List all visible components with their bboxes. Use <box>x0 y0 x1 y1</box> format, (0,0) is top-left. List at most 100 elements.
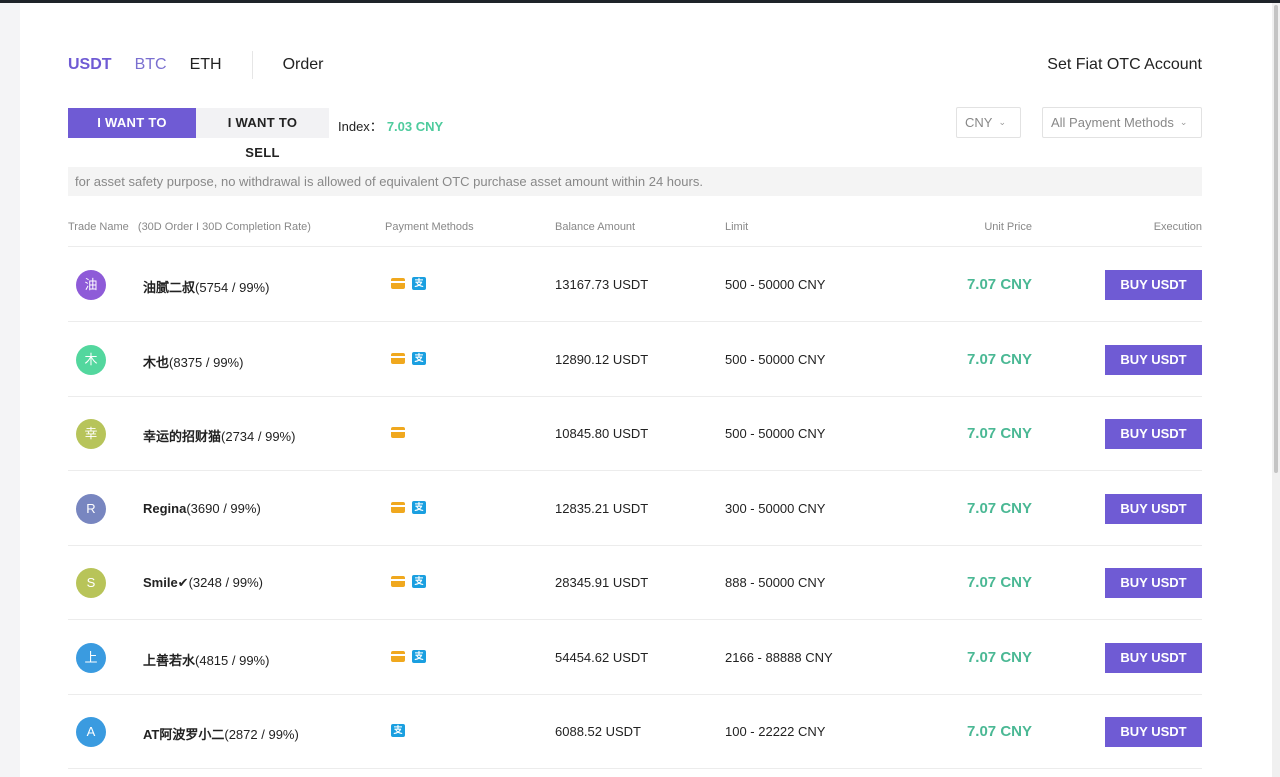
avatar: R <box>76 493 106 524</box>
chevron-down-icon: ⌄ <box>998 117 1006 127</box>
trader-nickname: 上善若水 <box>143 652 196 668</box>
want-to-buy-button[interactable]: I WANT TO BUY <box>68 108 196 160</box>
buy-usdt-button[interactable]: BUY USDT <box>1105 419 1202 449</box>
trader-stats: (8375 / 99%) <box>169 354 244 370</box>
alipay-icon: 支 <box>412 500 426 514</box>
unit-price: 7.07 CNY <box>966 425 1032 442</box>
trade-limit: 500 - 50000 CNY <box>725 277 826 292</box>
trader-nickname: AT阿波罗小二 <box>143 727 225 742</box>
buy-usdt-button[interactable]: BUY USDT <box>1105 270 1202 300</box>
tab-divider <box>251 51 253 79</box>
trader-nickname: 木也 <box>143 354 170 370</box>
tab-usdt[interactable]: USDT <box>68 56 112 74</box>
bank-card-icon <box>391 650 405 662</box>
trader-name[interactable]: 幸运的招财猫(2734 / 99%) <box>143 426 295 445</box>
alipay-icon: 支 <box>391 724 405 737</box>
unit-price: 7.07 CNY <box>966 350 1032 368</box>
payment-icons: 支 <box>391 649 426 663</box>
trade-limit: 100 - 22222 CNY <box>725 724 826 739</box>
trader-name[interactable]: 油腻二叔(5754 / 99%) <box>143 277 269 296</box>
trader-name[interactable]: 上善若水(4815 / 99%) <box>143 650 269 669</box>
payment-select-value: All Payment Methods <box>1051 115 1174 130</box>
set-otc-account-link[interactable]: Set Fiat OTC Account <box>1047 56 1202 74</box>
unit-price: 7.07 CNY <box>966 723 1032 740</box>
col-payment-methods: Payment Methods <box>385 221 474 233</box>
trader-nickname: 幸运的招财猫 <box>143 429 222 444</box>
balance-amount: 6088.52 USDT <box>555 724 641 739</box>
trader-stats: (2872 / 99%) <box>224 727 299 742</box>
avatar: 木 <box>76 344 106 375</box>
balance-amount: 54454.62 USDT <box>555 649 649 665</box>
trade-limit: 2166 - 88888 CNY <box>725 649 833 665</box>
unit-price: 7.07 CNY <box>966 499 1032 517</box>
payment-icons: 支 <box>391 277 426 290</box>
trader-name[interactable]: Regina(3690 / 99%) <box>143 501 261 516</box>
payment-icons: 支 <box>391 351 426 365</box>
order-link[interactable]: Order <box>283 56 324 74</box>
trade-limit: 500 - 50000 CNY <box>725 426 826 441</box>
currency-select[interactable]: CNY ⌄ <box>956 107 1021 138</box>
avatar: 幸 <box>76 419 106 449</box>
trader-name[interactable]: 木也(8375 / 99%) <box>143 352 243 371</box>
avatar: 油 <box>76 270 106 300</box>
buy-sell-switch: I WANT TO BUY I WANT TO SELL <box>68 108 329 160</box>
index-price: Index： 7.03 CNY <box>338 116 443 135</box>
scrollbar[interactable] <box>1272 3 1280 777</box>
chevron-down-icon: ⌄ <box>1179 117 1188 127</box>
payment-icons <box>391 426 405 438</box>
balance-amount: 13167.73 USDT <box>555 277 649 292</box>
payment-method-select[interactable]: All Payment Methods ⌄ <box>1042 107 1202 138</box>
col-balance-amount: Balance Amount <box>555 221 636 233</box>
trader-nickname: Smile✔ <box>143 575 189 590</box>
avatar: A <box>76 717 106 747</box>
trader-stats: (2734 / 99%) <box>221 429 296 444</box>
table-row: S Smile✔(3248 / 99%) 支 28345.91 USDT 888 - 5… <box>68 546 1202 620</box>
payment-icons: 支 <box>391 575 426 588</box>
scrollbar-thumb[interactable] <box>1274 5 1278 473</box>
trade-limit: 500 - 50000 CNY <box>725 351 826 367</box>
trader-stats: (3248 / 99%) <box>188 575 264 590</box>
avatar: 上 <box>76 642 106 673</box>
want-to-sell-button[interactable]: I WANT TO SELL <box>196 108 329 160</box>
coin-tabs: USDT BTC ETH Order <box>68 51 324 79</box>
buy-usdt-button[interactable]: BUY USDT <box>1105 344 1202 375</box>
tab-btc[interactable]: BTC <box>135 56 167 74</box>
buy-usdt-button[interactable]: BUY USDT <box>1105 493 1202 524</box>
table-row: 木 木也(8375 / 99%) 支 12890.12 USDT 500 - 50000… <box>68 323 1202 397</box>
alipay-icon: 支 <box>412 649 426 663</box>
trade-limit: 300 - 50000 CNY <box>725 500 826 516</box>
table-row: R Regina(3690 / 99%) 支 12835.21 USDT 300 - 5… <box>68 472 1202 546</box>
unit-price: 7.07 CNY <box>966 648 1032 666</box>
table-header: Trade Name (30D Order I 30D Completion R… <box>68 215 1202 247</box>
buy-usdt-button[interactable]: BUY USDT <box>1105 568 1202 598</box>
asset-safety-notice: for asset safety purpose, no withdrawal … <box>68 167 1202 196</box>
trader-name[interactable]: Smile✔(3248 / 99%) <box>143 575 263 591</box>
bank-card-icon <box>391 427 405 438</box>
tab-eth[interactable]: ETH <box>190 56 222 74</box>
trader-stats: (3690 / 99%) <box>186 500 261 516</box>
payment-icons: 支 <box>391 500 426 514</box>
trader-stats: (5754 / 99%) <box>195 280 270 295</box>
buy-usdt-button[interactable]: BUY USDT <box>1105 717 1202 747</box>
col-execution: Execution <box>1153 221 1202 233</box>
col-unit-price: Unit Price <box>984 221 1032 233</box>
balance-amount: 10845.80 USDT <box>555 426 649 441</box>
bank-card-icon <box>391 278 405 289</box>
balance-amount: 12890.12 USDT <box>555 351 649 367</box>
buy-usdt-button[interactable]: BUY USDT <box>1105 642 1202 673</box>
alipay-icon: 支 <box>412 351 426 365</box>
avatar: S <box>76 568 106 598</box>
col-limit: Limit <box>725 221 749 233</box>
alipay-icon: 支 <box>412 575 426 588</box>
table-row: 幸 幸运的招财猫(2734 / 99%) 10845.80 USDT 500 - 50… <box>68 397 1202 471</box>
trader-name[interactable]: AT阿波罗小二(2872 / 99%) <box>143 724 299 743</box>
bank-card-icon <box>391 501 405 513</box>
payment-icons: 支 <box>391 724 405 737</box>
balance-amount: 28345.91 USDT <box>555 575 649 590</box>
trader-nickname: Regina <box>143 500 187 516</box>
trader-stats: (4815 / 99%) <box>195 652 270 668</box>
table-row: A AT阿波罗小二(2872 / 99%) 支 6088.52 USDT 100 - 2… <box>68 695 1202 769</box>
table-row: 油 油腻二叔(5754 / 99%) 支 13167.73 USDT 500 - 500… <box>68 248 1202 322</box>
bank-card-icon <box>391 576 405 587</box>
index-label: Index： <box>338 119 383 134</box>
